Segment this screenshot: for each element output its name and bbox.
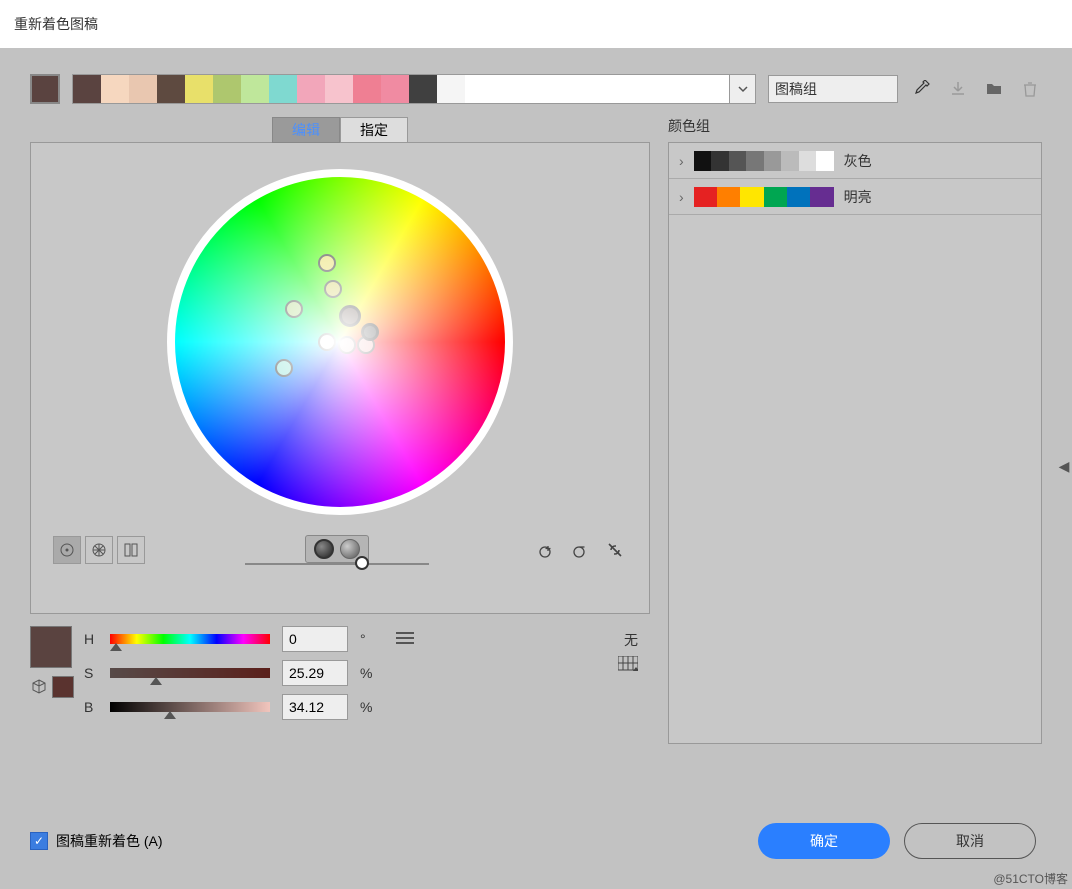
saturation-slider[interactable] [110, 668, 270, 678]
color-grid-icon[interactable] [618, 656, 638, 675]
swatch[interactable] [325, 75, 353, 103]
color-wheel[interactable] [167, 169, 513, 515]
brightness-slider-hsb[interactable] [110, 702, 270, 712]
wheel-point[interactable] [285, 300, 303, 318]
group-swatches [694, 187, 834, 207]
swatch[interactable] [353, 75, 381, 103]
hue-input[interactable] [282, 626, 348, 652]
swatch[interactable] [409, 75, 437, 103]
slider-thumb[interactable] [355, 556, 369, 570]
tabs: 编辑 指定 [30, 117, 650, 143]
main-swatch[interactable] [30, 626, 72, 668]
tab-edit[interactable]: 编辑 [272, 117, 340, 143]
shade-mode-filled[interactable] [314, 539, 334, 559]
wheel-point[interactable] [339, 305, 361, 327]
right-panel: 颜色组 › 灰色 › 明亮 [668, 116, 1042, 744]
color-strip-dropdown[interactable] [730, 74, 756, 104]
chevron-right-icon: › [679, 153, 684, 169]
b-label: B [84, 699, 98, 715]
unlink-harmony-icon[interactable] [603, 538, 627, 562]
color-mode-menu-icon[interactable] [396, 631, 414, 648]
collapse-panel-icon[interactable]: ◀ [1056, 454, 1072, 478]
ok-button[interactable]: 确定 [758, 823, 890, 859]
wheel-point[interactable] [357, 336, 375, 354]
wheel-tools [53, 535, 627, 565]
swatch[interactable] [269, 75, 297, 103]
chevron-down-icon [737, 83, 749, 95]
eyedropper-icon[interactable] [910, 77, 934, 101]
swatch[interactable] [185, 75, 213, 103]
swatch[interactable] [129, 75, 157, 103]
swatch[interactable] [381, 75, 409, 103]
brightness-input[interactable] [282, 694, 348, 720]
group-name: 灰色 [844, 151, 872, 171]
color-wheel-panel [30, 142, 650, 614]
color-strip[interactable] [72, 74, 730, 104]
wheel-point[interactable] [318, 333, 336, 351]
group-name: 明亮 [844, 187, 872, 207]
dialog-title: 重新着色图稿 [14, 14, 98, 34]
add-color-tool-icon[interactable] [535, 538, 559, 562]
swatch[interactable] [297, 75, 325, 103]
wheel-point[interactable] [361, 323, 379, 341]
cancel-button[interactable]: 取消 [904, 823, 1036, 859]
color-group-item[interactable]: › 灰色 [669, 143, 1041, 179]
hue-unit: ° [360, 631, 366, 647]
s-label: S [84, 665, 98, 681]
tab-assign[interactable]: 指定 [340, 117, 408, 143]
current-color-swatch[interactable] [30, 74, 60, 104]
brightness-unit: % [360, 699, 372, 715]
saturation-unit: % [360, 665, 372, 681]
trash-icon [1018, 77, 1042, 101]
swatch[interactable] [213, 75, 241, 103]
secondary-swatch[interactable] [52, 676, 74, 698]
color-group-list: › 灰色 › 明亮 [668, 142, 1042, 744]
none-label: 无 [618, 630, 638, 650]
titlebar: 重新着色图稿 [0, 0, 1072, 48]
hsb-panel: 无 H [30, 626, 650, 728]
shade-mode-outline[interactable] [340, 539, 360, 559]
saturation-input[interactable] [282, 660, 348, 686]
left-panel: 编辑 指定 [30, 116, 650, 744]
recolor-artwork-label: 图稿重新着色 (A) [56, 831, 163, 851]
swatch[interactable] [101, 75, 129, 103]
footer: ✓ 图稿重新着色 (A) 确定 取消 [30, 823, 1036, 859]
wheel-point[interactable] [275, 359, 293, 377]
recolor-artwork-checkbox[interactable]: ✓ [30, 832, 48, 850]
chevron-right-icon: › [679, 189, 684, 205]
color-group-item[interactable]: › 明亮 [669, 179, 1041, 215]
swatch[interactable] [241, 75, 269, 103]
remove-color-tool-icon[interactable] [569, 538, 593, 562]
top-toolbar [30, 74, 1042, 104]
wheel-point[interactable] [318, 254, 336, 272]
swatch[interactable] [73, 75, 101, 103]
group-swatches [694, 151, 834, 171]
wheel-point[interactable] [338, 336, 356, 354]
color-groups-label: 颜色组 [668, 116, 1042, 136]
segmented-wheel-button[interactable] [85, 536, 113, 564]
wheel-point[interactable] [324, 280, 342, 298]
swatch[interactable] [437, 75, 465, 103]
group-name-input[interactable] [768, 75, 898, 103]
color-bars-button[interactable] [117, 536, 145, 564]
hue-slider[interactable] [110, 634, 270, 644]
smooth-wheel-button[interactable] [53, 536, 81, 564]
folder-icon[interactable] [982, 77, 1006, 101]
save-group-icon [946, 77, 970, 101]
cube-icon [30, 678, 48, 696]
h-label: H [84, 631, 98, 647]
swatch[interactable] [157, 75, 185, 103]
brightness-slider[interactable] [245, 563, 429, 565]
watermark: @51CTO博客 [993, 870, 1068, 887]
